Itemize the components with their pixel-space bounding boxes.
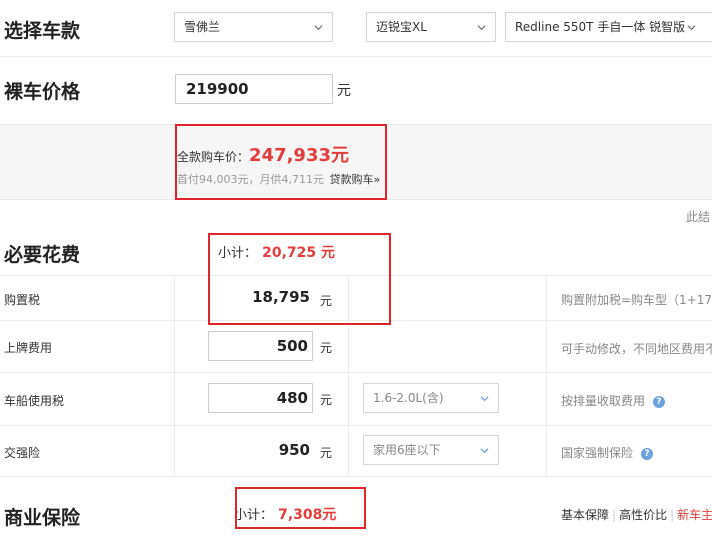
bare-price-title: 裸车价格 [4,81,81,103]
bare-price-input[interactable]: 219900 [175,74,333,104]
highlight-box-required-subtotal [208,233,391,325]
chevron-down-icon [687,25,696,31]
chevron-down-icon [477,25,486,31]
divider [0,56,712,57]
tab-basic[interactable]: 基本保障 [561,508,609,522]
seat-type-select-value: 家用6座以下 [373,443,441,457]
compulsory-insurance-unit: 元 [320,446,333,460]
tab-new-owner[interactable]: 新车主 [677,508,712,522]
column-divider [174,275,175,476]
divider [0,372,712,373]
displacement-select-value: 1.6-2.0L(含) [373,391,444,405]
help-icon[interactable]: ? [653,396,666,408]
vehicle-tax-note-wrap: 按排量收取费用? [561,392,666,409]
plate-fee-unit: 元 [320,341,333,355]
tab-value[interactable]: 高性价比 [619,508,667,522]
highlight-box-full-price [175,124,387,200]
column-divider [546,275,547,476]
highlight-box-commercial-subtotal [235,487,366,529]
chevron-down-icon [480,448,489,454]
bare-price-unit: 元 [337,83,351,99]
chevron-down-icon [480,396,489,402]
series-select[interactable]: 迈锐宝XL [366,12,496,42]
vehicle-tax-unit: 元 [320,393,333,407]
vehicle-tax-input[interactable]: 480 [208,383,313,413]
plate-fee-label: 上牌费用 [4,341,53,355]
tab-separator: | [612,508,617,522]
trim-select[interactable]: Redline 550T 手自一体 锐智版 [505,12,712,42]
displacement-select[interactable]: 1.6-2.0L(含) [363,383,499,413]
insurance-plan-tabs: 基本保障 | 高性价比 | 新车主 [561,506,712,523]
brand-select-value: 雪佛兰 [184,20,221,34]
divider [0,476,712,477]
series-select-value: 迈锐宝XL [376,20,427,34]
vehicle-tax-label: 车船使用税 [4,394,65,408]
plate-fee-input[interactable]: 500 [208,331,313,361]
commercial-insurance-title: 商业保险 [4,507,81,529]
purchase-tax-note: 购置附加税=购车型（1+17% [561,293,712,307]
brand-select[interactable]: 雪佛兰 [174,12,333,42]
chevron-down-icon [314,25,323,31]
cutoff-note: 此结 [686,210,711,224]
purchase-tax-label: 购置税 [4,293,41,307]
select-model-title: 选择车款 [4,20,81,42]
plate-fee-note: 可手动修改，不同地区费用不 [561,342,712,356]
vehicle-tax-note: 按排量收取费用 [561,394,646,408]
compulsory-insurance-note: 国家强制保险 [561,446,634,460]
help-icon[interactable]: ? [641,448,654,460]
tab-separator: | [670,508,675,522]
compulsory-insurance-label: 交强险 [4,446,41,460]
seat-type-select[interactable]: 家用6座以下 [363,435,499,465]
compulsory-insurance-note-wrap: 国家强制保险? [561,444,654,461]
trim-select-value: Redline 550T 手自一体 锐智版 [515,20,686,34]
required-costs-title: 必要花费 [4,244,81,266]
divider [0,425,712,426]
compulsory-insurance-value: 950 [278,441,310,459]
